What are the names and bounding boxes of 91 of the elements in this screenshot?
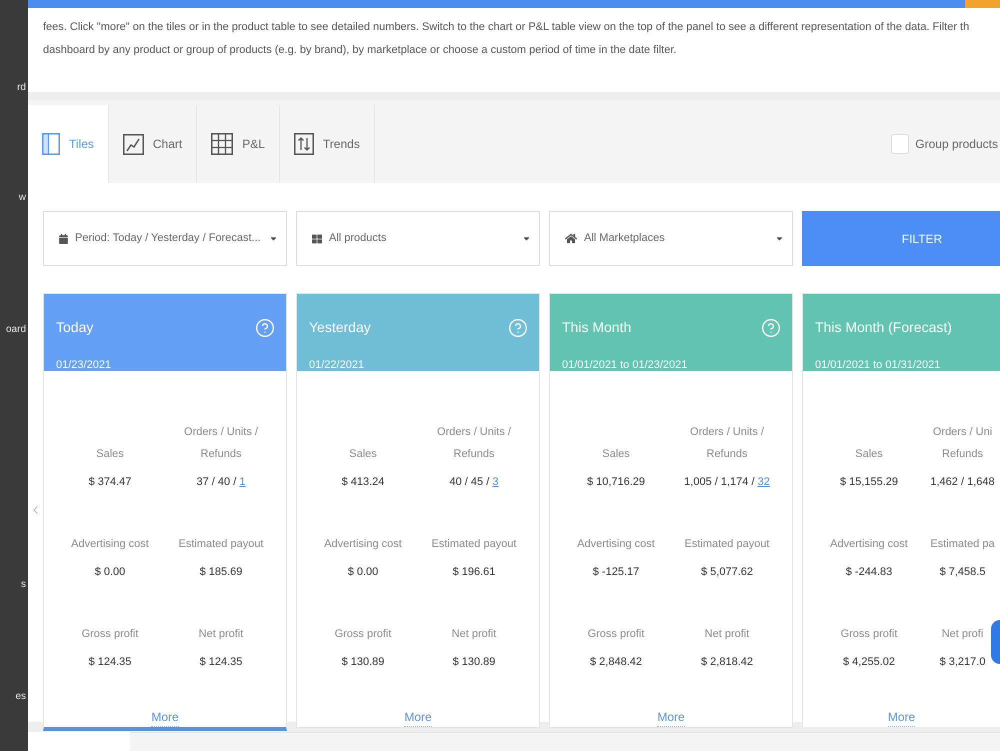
- metric-value: $ 374.47: [88, 475, 132, 490]
- metric-label: Advertising cost: [324, 537, 402, 552]
- metric-label: Gross profit: [840, 627, 898, 642]
- metric-value: $ 0.00: [348, 565, 378, 580]
- metric-label: Orders / Units / Refunds: [437, 425, 511, 462]
- metric-label: Sales: [602, 447, 630, 462]
- help-icon[interactable]: [255, 318, 275, 338]
- metric-label: Gross profit: [588, 627, 644, 642]
- tile-date: 01/01/2021 to 01/31/2021: [815, 358, 942, 372]
- refunds-link[interactable]: 3: [492, 476, 498, 488]
- group-products-checkbox[interactable]: [891, 134, 910, 154]
- view-tab[interactable]: Trends: [280, 105, 375, 183]
- more-link[interactable]: More: [404, 708, 432, 727]
- home-icon: [565, 233, 577, 244]
- metric-value: $ 413.24: [342, 475, 384, 490]
- metric-label: Sales: [855, 447, 883, 462]
- metric-value: 40 / 45 / 3: [450, 475, 498, 490]
- more-link[interactable]: More: [151, 708, 179, 727]
- metric-label: Net profit: [198, 627, 244, 642]
- metric-value: $ 130.89: [452, 655, 496, 670]
- metric-value: $ 5,077.62: [701, 565, 753, 580]
- help-icon[interactable]: [508, 318, 528, 338]
- metric-label: Net profit: [452, 627, 496, 642]
- metric-value: $ 185.69: [200, 565, 242, 580]
- floating-button[interactable]: [991, 620, 1000, 664]
- metric-value: $ 130.89: [342, 655, 384, 670]
- metric-value: $ 7,458.5: [940, 565, 986, 580]
- more-link[interactable]: More: [888, 708, 916, 727]
- metric-value: $ 2,848.42: [590, 655, 642, 670]
- table-grid-icon: [211, 133, 234, 155]
- tile-title: Today: [56, 318, 94, 336]
- product-select[interactable]: All products: [296, 211, 540, 266]
- tile-title: This Month: [562, 318, 632, 336]
- tile-title: This Month (Forecast): [815, 318, 952, 336]
- sidebar-item[interactable]: es: [0, 690, 28, 704]
- metric-label: Net profit: [704, 627, 750, 642]
- metric-label: Estimated pa: [930, 537, 995, 552]
- panel-icon: [42, 133, 60, 155]
- sidebar-item[interactable]: s: [0, 578, 28, 592]
- filter-button[interactable]: FILTER: [802, 211, 1000, 266]
- metric-label: Gross profit: [334, 627, 392, 642]
- metric-label: Estimated payout: [684, 537, 770, 552]
- metric-label: Advertising cost: [577, 537, 655, 552]
- tile-date: 01/01/2021 to 01/23/2021: [562, 358, 688, 372]
- view-tab[interactable]: Tiles: [28, 105, 109, 183]
- help-text: fees. Click "more" on the tiles or in the product table to see detailed numbers. Switch to the chart or P&L table view on the top of the panel to see a different representation of the data. Filter th dashboard by any product or group of products (e.g. by brand), by marketplace or choose a custom period of time in the date filter.: [43, 20, 970, 58]
- metric-label: Orders / Uni Refunds: [932, 425, 992, 462]
- refunds-link[interactable]: 1: [239, 476, 246, 488]
- metric-label: Orders / Units / Refunds: [690, 425, 764, 462]
- sidebar-item[interactable]: w: [0, 191, 28, 205]
- grid-icon: [312, 234, 322, 244]
- metric-value: $ 124.35: [88, 655, 132, 670]
- refunds-link[interactable]: 32: [758, 476, 770, 488]
- calendar-icon: [59, 234, 68, 244]
- metric-value: 1,005 / 1,174 / 32: [684, 475, 770, 490]
- metric-value: $ -244.83: [846, 565, 892, 580]
- metric-value: $ 124.35: [200, 655, 242, 670]
- metric-value: $ 3,217.0: [940, 655, 986, 670]
- tile-title: Yesterday: [309, 318, 371, 336]
- metric-label: Sales: [96, 447, 124, 462]
- metric-value: $ 15,155.29: [840, 475, 898, 490]
- group-products-label: Group products: [915, 136, 998, 153]
- sidebar-item[interactable]: rd: [0, 81, 28, 95]
- more-link[interactable]: More: [657, 708, 685, 727]
- sidebar-item[interactable]: oard: [0, 323, 28, 337]
- top-banner-edge: [965, 0, 1000, 8]
- metric-label: Gross profit: [82, 627, 138, 642]
- metric-value: 1,462 / 1,648: [930, 475, 995, 490]
- metric-label: Estimated payout: [178, 537, 264, 552]
- line-chart-icon: [122, 134, 144, 154]
- metric-value: 37 / 40 / 1: [196, 475, 246, 490]
- help-icon[interactable]: [761, 318, 781, 338]
- metric-label: Advertising cost: [830, 537, 908, 552]
- metric-label: Estimated payout: [432, 537, 516, 552]
- tile-date: 01/23/2021: [56, 358, 112, 372]
- metric-value: $ 0.00: [94, 565, 126, 580]
- marketplace-select[interactable]: All Marketplaces: [549, 211, 793, 266]
- metric-value: $ 2,818.42: [701, 655, 753, 670]
- tile-date: 01/22/2021: [309, 358, 366, 372]
- metric-label: Advertising cost: [71, 537, 149, 552]
- up-down-arrows-icon: [294, 133, 314, 155]
- metric-label: Orders / Units / Refunds: [184, 425, 258, 462]
- metric-value: $ 4,255.02: [843, 655, 895, 670]
- view-tab[interactable]: Chart: [108, 105, 198, 183]
- metric-label: Net profi: [942, 627, 984, 642]
- metric-label: Sales: [349, 447, 377, 462]
- metric-value: $ 196.61: [452, 565, 496, 580]
- period-select[interactable]: Period: Today / Yesterday / Forecast...: [43, 211, 287, 266]
- view-tab[interactable]: P&L: [197, 105, 280, 183]
- metric-value: $ 10,716.29: [586, 475, 646, 490]
- metric-value: $ -125.17: [592, 565, 640, 580]
